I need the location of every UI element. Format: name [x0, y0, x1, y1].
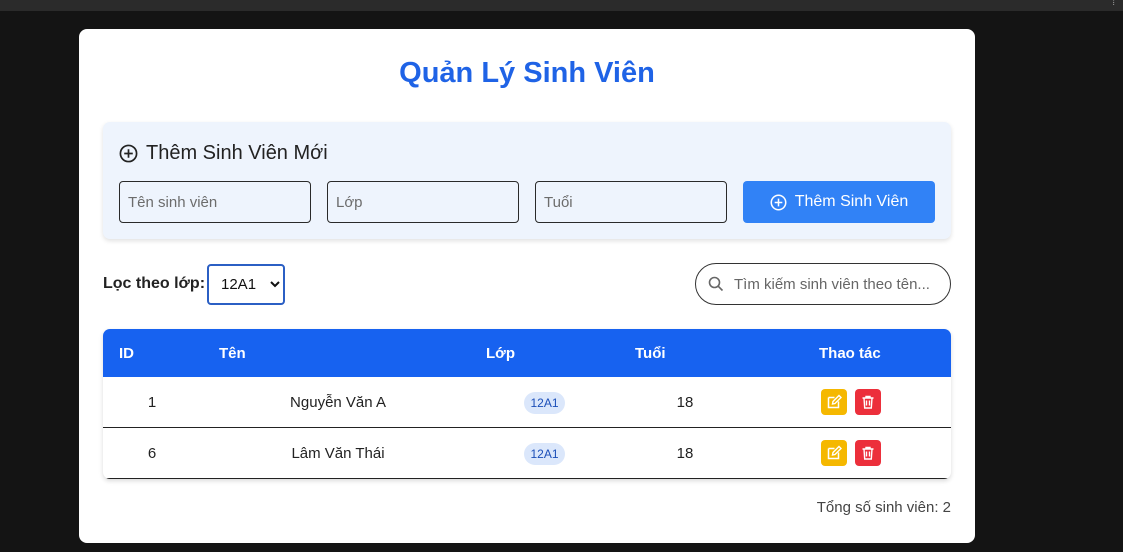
students-table: ID Tên Lớp Tuổi Thao tác 1 Nguyễn Văn A … — [103, 329, 951, 479]
header-age: Tuổi — [635, 345, 666, 362]
search-box[interactable] — [695, 263, 951, 305]
add-student-heading: Thêm Sinh Viên Mới — [119, 142, 328, 165]
table-row: 1 Nguyễn Văn A 12A1 18 — [103, 377, 951, 428]
edit-icon — [827, 394, 842, 409]
search-icon — [708, 276, 724, 292]
edit-button[interactable] — [821, 440, 847, 466]
edit-button[interactable] — [821, 389, 847, 415]
class-badge: 12A1 — [524, 392, 565, 414]
add-student-heading-text: Thêm Sinh Viên Mới — [146, 142, 328, 164]
student-name-input[interactable] — [119, 181, 311, 223]
cell-name: Lâm Văn Thái — [291, 445, 385, 462]
total-students: Tổng số sinh viên: 2 — [816, 499, 951, 516]
student-class-input[interactable] — [327, 181, 519, 223]
trash-icon — [862, 446, 874, 460]
add-student-panel: Thêm Sinh Viên Mới Thêm Sinh Viên — [103, 122, 951, 239]
window-top-bar: ⁞ — [0, 0, 1123, 11]
add-student-button-label: Thêm Sinh Viên — [794, 193, 909, 210]
header-class: Lớp — [486, 345, 515, 362]
cell-age: 18 — [676, 445, 694, 462]
cell-id: 6 — [147, 445, 157, 462]
table-row: 6 Lâm Văn Thái 12A1 18 — [103, 428, 951, 479]
add-student-button[interactable]: Thêm Sinh Viên — [743, 181, 935, 223]
plus-circle-icon — [119, 144, 138, 163]
student-age-input[interactable] — [535, 181, 727, 223]
class-filter-select[interactable]: 12A1 — [207, 264, 285, 305]
cell-age: 18 — [676, 394, 694, 411]
cell-name: Nguyễn Văn A — [290, 394, 386, 411]
delete-button[interactable] — [855, 440, 881, 466]
page-title: Quản Lý Sinh Viên — [399, 57, 655, 89]
header-actions: Thao tác — [819, 345, 881, 362]
student-management-card: Quản Lý Sinh Viên Thêm Sinh Viên Mới Thê… — [79, 29, 975, 543]
class-filter-label: Lọc theo lớp: — [103, 275, 206, 292]
window-corner-icon: ⁞ — [1112, 0, 1115, 8]
delete-button[interactable] — [855, 389, 881, 415]
plus-circle-icon — [770, 194, 787, 210]
header-id: ID — [119, 345, 134, 362]
header-name: Tên — [219, 345, 246, 362]
cell-id: 1 — [147, 394, 157, 411]
search-input[interactable] — [734, 275, 944, 293]
trash-icon — [862, 395, 874, 409]
edit-icon — [827, 445, 842, 460]
table-header: ID Tên Lớp Tuổi Thao tác — [103, 329, 951, 377]
class-badge: 12A1 — [524, 443, 565, 465]
